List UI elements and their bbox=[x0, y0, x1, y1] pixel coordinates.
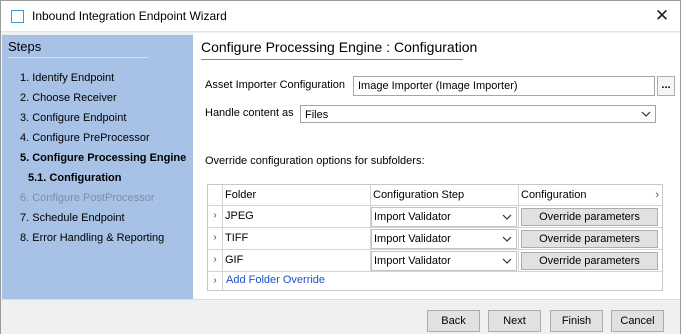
configuration-step-select[interactable]: Import Validator bbox=[371, 229, 517, 249]
table-row-step-cell: Import Validator bbox=[371, 206, 519, 228]
browse-button[interactable]: ... bbox=[657, 76, 675, 96]
steps-divider bbox=[8, 57, 148, 58]
handle-content-label: Handle content as bbox=[205, 107, 294, 119]
folder-override-table: Folder Configuration Step Configuration … bbox=[207, 184, 663, 291]
column-header-step-label: Configuration Step bbox=[373, 189, 465, 201]
table-row-folder[interactable]: TIFF bbox=[223, 228, 371, 250]
title-bar: Inbound Integration Endpoint Wizard ✕ bbox=[1, 1, 680, 32]
table-row-folder[interactable]: JPEG bbox=[223, 206, 371, 228]
steps-panel: Steps 1. Identify Endpoint 2. Choose Rec… bbox=[2, 35, 193, 299]
wizard-window: Inbound Integration Endpoint Wizard ✕ St… bbox=[0, 0, 681, 334]
configuration-step-select[interactable]: Import Validator bbox=[371, 251, 517, 271]
row-expand-icon[interactable]: › bbox=[208, 206, 223, 228]
cancel-button[interactable]: Cancel bbox=[611, 310, 664, 332]
column-header-configuration[interactable]: Configuration › bbox=[519, 185, 662, 206]
table-row-config-cell: Override parameters bbox=[519, 206, 662, 228]
table-row-config-cell: Override parameters bbox=[519, 228, 662, 250]
close-button[interactable]: ✕ bbox=[650, 5, 674, 27]
override-parameters-button[interactable]: Override parameters bbox=[521, 208, 658, 226]
step-error-handling[interactable]: 8. Error Handling & Reporting bbox=[2, 228, 193, 248]
chevron-down-icon bbox=[501, 208, 513, 226]
header-corner bbox=[208, 185, 223, 206]
back-button[interactable]: Back bbox=[427, 310, 480, 332]
table-row-step-cell: Import Validator bbox=[371, 250, 519, 272]
override-label: Override configuration options for subfo… bbox=[205, 155, 425, 167]
configuration-step-value: Import Validator bbox=[374, 255, 451, 267]
row-expand-icon[interactable]: › bbox=[208, 250, 223, 272]
asset-importer-field[interactable]: Image Importer (Image Importer) bbox=[353, 76, 655, 96]
add-row-icon: › bbox=[208, 272, 223, 290]
column-header-configuration-step[interactable]: Configuration Step bbox=[371, 185, 519, 206]
handle-content-select[interactable]: Files bbox=[300, 105, 656, 123]
handle-content-value: Files bbox=[305, 109, 329, 121]
configuration-step-value: Import Validator bbox=[374, 211, 451, 223]
page-title: Configure Processing Engine : Configurat… bbox=[201, 39, 478, 55]
add-folder-override-link[interactable]: Add Folder Override bbox=[226, 274, 325, 286]
steps-list: 1. Identify Endpoint 2. Choose Receiver … bbox=[2, 68, 193, 248]
wizard-footer: Back Next Finish Cancel bbox=[1, 299, 680, 334]
asset-importer-label: Asset Importer Configuration bbox=[205, 79, 346, 91]
chevron-down-icon bbox=[640, 106, 652, 122]
override-parameters-button[interactable]: Override parameters bbox=[521, 230, 658, 248]
configuration-step-value: Import Validator bbox=[374, 233, 451, 245]
step-identify-endpoint[interactable]: 1. Identify Endpoint bbox=[2, 68, 193, 88]
chevron-right-icon: › bbox=[655, 189, 659, 201]
window-icon bbox=[11, 10, 24, 23]
table-row-step-cell: Import Validator bbox=[371, 228, 519, 250]
title-divider bbox=[201, 59, 463, 60]
row-expand-icon[interactable]: › bbox=[208, 228, 223, 250]
next-button[interactable]: Next bbox=[488, 310, 541, 332]
step-configure-endpoint[interactable]: 3. Configure Endpoint bbox=[2, 108, 193, 128]
step-configure-preprocessor[interactable]: 4. Configure PreProcessor bbox=[2, 128, 193, 148]
table-row-folder[interactable]: GIF bbox=[223, 250, 371, 272]
step-configure-processing-engine[interactable]: 5. Configure Processing Engine bbox=[2, 148, 193, 168]
column-header-configuration-label: Configuration bbox=[521, 189, 587, 201]
step-configure-postprocessor: 6. Configure PostProcessor bbox=[20, 192, 155, 204]
window-title: Inbound Integration Endpoint Wizard bbox=[32, 9, 227, 23]
configuration-step-select[interactable]: Import Validator bbox=[371, 207, 517, 227]
step-configuration[interactable]: 5.1. Configuration bbox=[2, 168, 193, 188]
chevron-down-icon bbox=[501, 252, 513, 270]
override-parameters-button[interactable]: Override parameters bbox=[521, 252, 658, 270]
column-header-folder-label: Folder bbox=[225, 189, 257, 201]
chevron-down-icon bbox=[501, 230, 513, 248]
content-area: Configure Processing Engine : Configurat… bbox=[193, 33, 680, 299]
steps-title: Steps bbox=[8, 39, 42, 54]
finish-button[interactable]: Finish bbox=[550, 310, 603, 332]
step-choose-receiver[interactable]: 2. Choose Receiver bbox=[2, 88, 193, 108]
table-row-config-cell: Override parameters bbox=[519, 250, 662, 272]
step-schedule-endpoint[interactable]: 7. Schedule Endpoint bbox=[2, 208, 193, 228]
column-header-folder[interactable]: Folder bbox=[223, 185, 371, 206]
